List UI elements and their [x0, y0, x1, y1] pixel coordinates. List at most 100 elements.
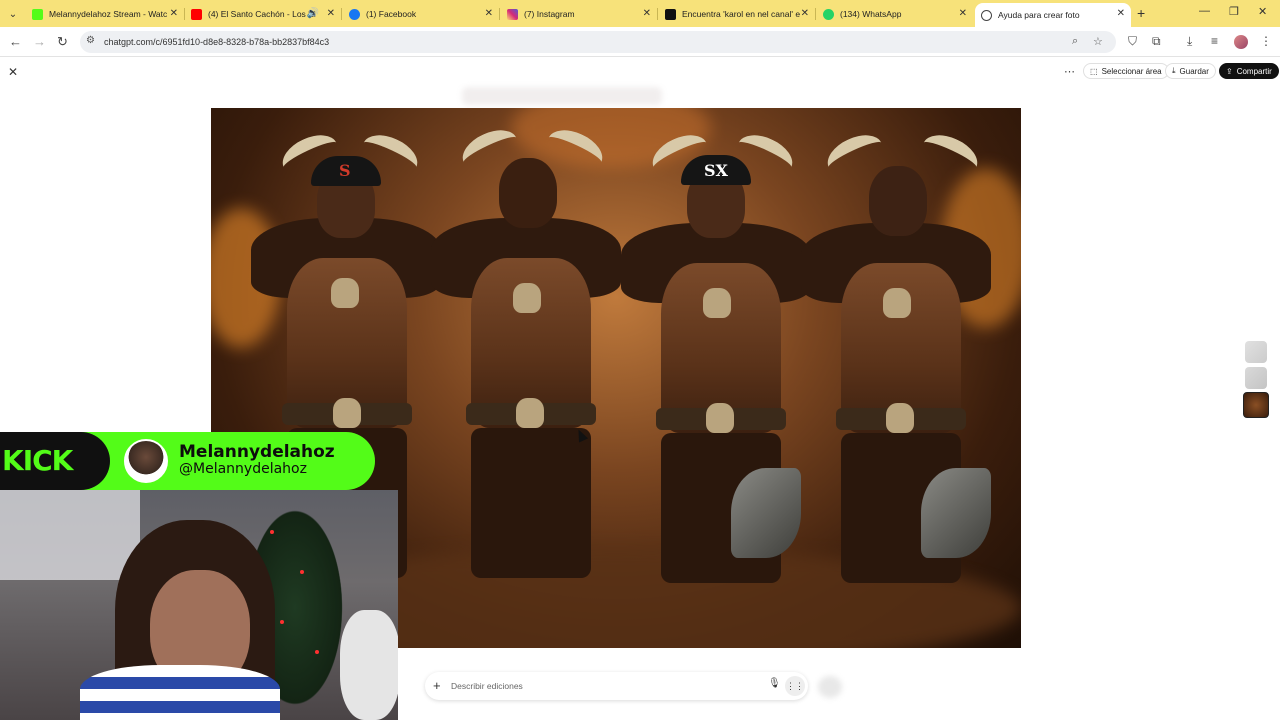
facebook-favicon-icon: [349, 8, 360, 20]
url-text: chatgpt.com/c/6951fd10-d8e8-8328-b78a-bb…: [104, 37, 330, 47]
tab-close-icon[interactable]: ✕: [959, 8, 967, 19]
extensions-icon[interactable]: ⧉: [1152, 34, 1161, 49]
select-area-label: Seleccionar área: [1101, 66, 1162, 76]
striped-shirt: [80, 665, 280, 720]
tree-light: [300, 570, 304, 574]
address-bar[interactable]: ⚙ chatgpt.com/c/6951fd10-d8e8-8328-b78a-…: [80, 31, 1116, 53]
speaker-icon[interactable]: 🔊: [307, 8, 319, 19]
skull-pendant: [331, 278, 359, 308]
tiktok-favicon-icon: [665, 8, 676, 20]
tab-close-icon[interactable]: ✕: [485, 8, 493, 19]
tab-whatsapp[interactable]: (134) WhatsApp ✕: [817, 3, 973, 25]
voice-mode-icon[interactable]: ⋮⋮: [785, 676, 805, 696]
save-button[interactable]: ⤓ Guardar: [1165, 63, 1216, 79]
plus-icon[interactable]: +: [433, 678, 441, 693]
window-close-icon[interactable]: ✕: [1258, 5, 1267, 18]
tree-light: [315, 650, 319, 654]
tab-close-icon[interactable]: ✕: [643, 8, 651, 19]
belt-skull: [333, 398, 361, 428]
share-icon: ⇪: [1226, 66, 1233, 76]
tab-close-icon[interactable]: ✕: [1117, 8, 1125, 19]
tab-close-icon[interactable]: ✕: [801, 8, 809, 19]
close-viewer-icon[interactable]: ✕: [8, 65, 18, 79]
back-icon[interactable]: ←: [9, 34, 22, 49]
new-tab-icon[interactable]: +: [1137, 5, 1145, 21]
belt-skull: [706, 403, 734, 433]
axe: [921, 468, 991, 558]
skull-pendant: [703, 288, 731, 318]
cap-logo: SX: [704, 161, 728, 180]
microphone-icon[interactable]: 🎙: [768, 678, 781, 689]
tab-title: (1) Facebook: [366, 9, 417, 19]
kick-stream-banner: KICK Melannydelahoz @Melannydelahoz: [0, 432, 375, 490]
bookmark-star-icon[interactable]: ☆: [1093, 35, 1103, 48]
belt-skull: [886, 403, 914, 433]
second-person: [340, 610, 398, 720]
tab-title: (7) Instagram: [524, 9, 575, 19]
tab-chatgpt[interactable]: Ayuda para crear foto ✕: [975, 3, 1131, 27]
streamer-handle: @Melannydelahoz: [179, 461, 307, 477]
tab-kick-stream[interactable]: Melannydelahoz Stream - Watc ✕: [26, 3, 184, 25]
tab-search-icon[interactable]: ⌄: [4, 5, 22, 23]
tab-youtube[interactable]: (4) El Santo Cachón - Los Ei 🔊 ✕: [185, 3, 341, 25]
fur-legs: [471, 428, 591, 578]
more-options-icon[interactable]: ⋯: [1064, 65, 1075, 78]
chatgpt-favicon-icon: [981, 9, 992, 21]
streamer-avatar: [124, 439, 168, 483]
download-icon: ⤓: [1172, 66, 1176, 75]
site-info-icon[interactable]: ⚙: [86, 35, 95, 46]
tree-light: [270, 530, 274, 534]
share-button[interactable]: ⇪ Compartir: [1219, 63, 1279, 79]
minimize-icon[interactable]: —: [1199, 5, 1210, 17]
tab-separator: [815, 8, 816, 20]
skull-pendant: [883, 288, 911, 318]
profile-avatar[interactable]: [1234, 35, 1248, 49]
tab-separator: [341, 8, 342, 20]
tab-title: Encuentra 'karol en nel canal' e: [682, 9, 801, 19]
tab-facebook[interactable]: (1) Facebook ✕: [343, 3, 499, 25]
tree-light: [280, 620, 284, 624]
tab-title: Melannydelahoz Stream - Watc: [49, 9, 168, 19]
select-area-icon: ⬚: [1090, 66, 1098, 76]
tab-title: Ayuda para crear foto: [998, 10, 1080, 20]
instagram-favicon-icon: [507, 8, 518, 20]
shield-icon[interactable]: ⛉: [1128, 34, 1137, 49]
head: [869, 166, 927, 236]
tab-strip: ⌄ Melannydelahoz Stream - Watc ✕ (4) El …: [0, 0, 1280, 27]
tab-separator: [657, 8, 658, 20]
media-control-icon[interactable]: ≡: [1211, 34, 1218, 48]
restore-icon[interactable]: ❐: [1229, 5, 1239, 18]
axe: [731, 468, 801, 558]
tab-close-icon[interactable]: ✕: [327, 8, 335, 19]
describe-edits-input[interactable]: [451, 678, 751, 694]
head: [499, 158, 557, 228]
tab-close-icon[interactable]: ✕: [170, 8, 178, 19]
browser-toolbar: ← → ↻ ⚙ chatgpt.com/c/6951fd10-d8e8-8328…: [0, 27, 1280, 57]
select-area-button[interactable]: ⬚ Seleccionar área: [1083, 63, 1169, 79]
skull-pendant: [513, 283, 541, 313]
reload-icon[interactable]: ↻: [57, 34, 68, 50]
tab-instagram[interactable]: (7) Instagram ✕: [501, 3, 657, 25]
tab-tiktok[interactable]: Encuentra 'karol en nel canal' e ✕: [659, 3, 815, 25]
download-icon[interactable]: ⤓: [1187, 34, 1192, 49]
share-label: Compartir: [1236, 66, 1272, 76]
blurred-button: [818, 676, 842, 698]
menu-kebab-icon[interactable]: ⋮: [1260, 34, 1272, 48]
thumbnail-3-selected[interactable]: [1243, 392, 1269, 418]
thumbnail-1[interactable]: [1245, 341, 1267, 363]
thumbnail-2[interactable]: [1245, 367, 1267, 389]
zoom-icon[interactable]: ⌕: [1072, 35, 1078, 48]
whatsapp-favicon-icon: [823, 8, 834, 20]
forward-icon[interactable]: →: [33, 34, 46, 49]
tab-title: (134) WhatsApp: [840, 9, 902, 19]
kick-favicon-icon: [32, 8, 43, 20]
belt-skull: [516, 398, 544, 428]
blurred-title: [462, 87, 662, 105]
webcam-feed: [0, 490, 398, 720]
kick-logo: KICK: [2, 444, 73, 477]
cap-logo: S: [339, 161, 351, 180]
youtube-favicon-icon: [191, 8, 202, 20]
screen: ⌄ Melannydelahoz Stream - Watc ✕ (4) El …: [0, 0, 1280, 720]
tab-separator: [499, 8, 500, 20]
background-wall: [0, 490, 140, 580]
